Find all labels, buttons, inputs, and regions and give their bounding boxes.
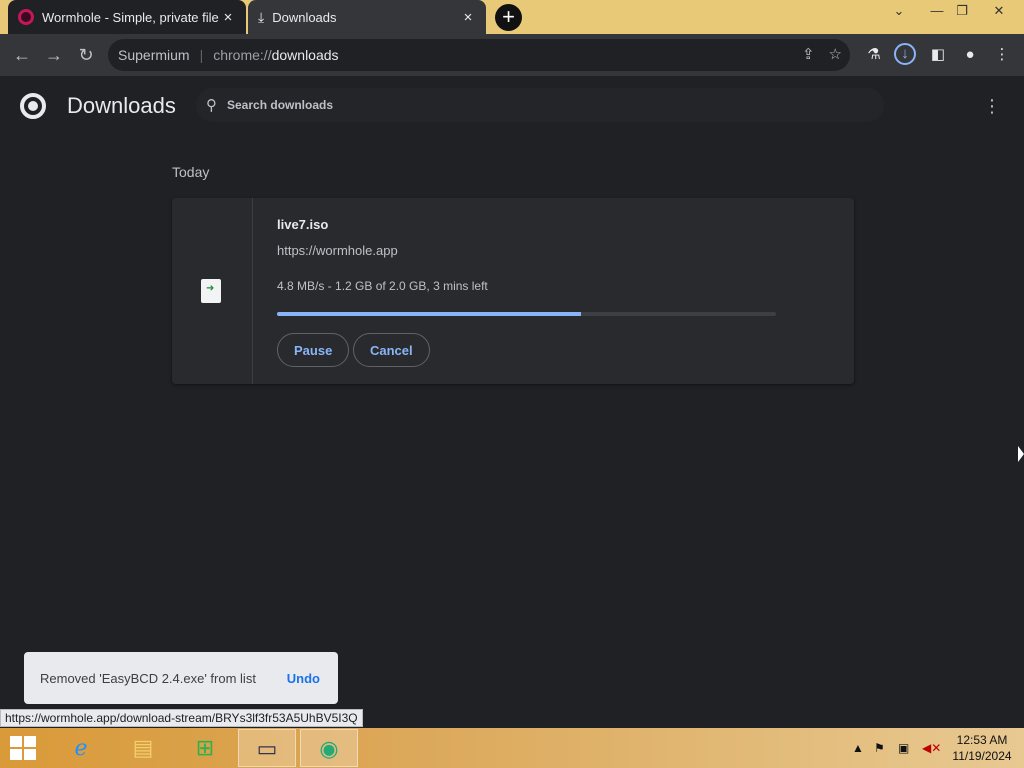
search-icon: ⚲ (206, 97, 217, 114)
more-actions-icon[interactable]: ⋮ (982, 94, 1002, 118)
tray-chevron-icon[interactable]: ▲ (852, 728, 864, 768)
share-icon[interactable]: ⇪ (802, 45, 815, 63)
tab-close-icon[interactable]: × (460, 9, 476, 26)
downloads-toolbar-icon[interactable]: ↓ (894, 43, 916, 65)
omnibox-separator: | (199, 47, 204, 63)
tab-close-icon[interactable]: × (220, 9, 236, 26)
download-favicon-icon: ⤓ (258, 8, 265, 25)
internet-explorer-icon[interactable]: ℯ (52, 729, 110, 767)
source-url-link[interactable]: https://wormhole.app (277, 243, 398, 258)
download-item-card: live7.iso https://wormhole.app 4.8 MB/s … (172, 198, 854, 384)
remote-desktop-icon[interactable]: ▭ (238, 729, 296, 767)
page-title: Downloads (67, 93, 176, 118)
new-tab-button[interactable]: + (495, 4, 522, 31)
supermium-taskbar-icon[interactable]: ◉ (300, 729, 358, 767)
file-icon (201, 279, 221, 303)
removed-toast: Removed 'EasyBCD 2.4.exe' from list Undo (24, 652, 338, 704)
bookmark-star-icon[interactable]: ☆ (829, 45, 842, 63)
tab-downloads[interactable]: ⤓ Downloads × (248, 0, 486, 34)
tab-strip: Wormhole - Simple, private file s × ⤓ Do… (0, 0, 1024, 34)
download-status-text: 4.8 MB/s - 1.2 GB of 2.0 GB, 3 mins left (277, 279, 488, 293)
progress-fill (277, 312, 582, 316)
address-bar[interactable]: Supermium | chrome://downloads ⇪ ☆ (108, 39, 850, 71)
tab-title: Downloads (272, 9, 337, 25)
download-progress-bar (277, 312, 776, 316)
network-icon[interactable]: ▣ (898, 728, 909, 768)
cancel-button[interactable]: Cancel (353, 333, 430, 367)
mouse-cursor-icon (1018, 446, 1024, 462)
downloads-header: Downloads ⚲ ⋮ (0, 76, 1024, 136)
link-status-bubble: https://wormhole.app/download-stream/BRY… (0, 709, 363, 727)
search-bar[interactable]: ⚲ (196, 88, 884, 122)
system-clock[interactable]: 12:53 AM 11/19/2024 (946, 732, 1018, 764)
start-button[interactable] (10, 736, 36, 760)
taskbar: ℯ ▤ ⊞ ▭ ◉ ▲ ⚑ ▣ ◀✕ 12:53 AM 11/19/2024 (0, 728, 1024, 768)
date-section-label: Today (172, 164, 210, 180)
card-divider (252, 198, 253, 384)
clock-date: 11/19/2024 (952, 749, 1012, 763)
site-chip: Supermium (118, 47, 190, 63)
tab-wormhole[interactable]: Wormhole - Simple, private file s × (8, 0, 246, 34)
side-panel-icon[interactable]: ◧ (926, 43, 950, 67)
profile-avatar-icon[interactable]: ● (958, 43, 982, 67)
toast-message: Removed 'EasyBCD 2.4.exe' from list (40, 670, 256, 686)
chrome-logo-icon (20, 93, 46, 119)
tab-search-chevron-icon[interactable]: ⌄ (882, 0, 916, 22)
pause-button[interactable]: Pause (277, 333, 350, 367)
store-icon[interactable]: ⊞ (176, 729, 234, 767)
browser-menu-icon[interactable]: ⋮ (990, 43, 1014, 67)
close-window-button[interactable]: ✕ (982, 0, 1016, 22)
url-path: downloads (271, 47, 339, 63)
file-explorer-icon[interactable]: ▤ (114, 729, 172, 767)
reload-button[interactable]: ↻ (74, 43, 98, 67)
back-button[interactable]: ← (10, 43, 34, 67)
browser-toolbar: ← → ↻ Supermium | chrome://downloads ⇪ ☆… (0, 34, 1024, 76)
forward-button[interactable]: → (42, 43, 66, 67)
tab-title: Wormhole - Simple, private file s (42, 9, 220, 25)
file-name-link[interactable]: live7.iso (277, 217, 328, 232)
undo-button[interactable]: Undo (287, 671, 320, 686)
clock-time: 12:53 AM (956, 733, 1008, 747)
url-scheme: chrome:// (213, 47, 272, 63)
labs-flask-icon[interactable]: ⚗ (862, 43, 886, 67)
wormhole-favicon-icon (18, 9, 34, 25)
volume-muted-icon[interactable]: ◀✕ (922, 728, 941, 768)
action-center-flag-icon[interactable]: ⚑ (874, 728, 885, 768)
restore-button[interactable]: ❐ (945, 0, 979, 22)
search-input[interactable] (225, 97, 825, 113)
